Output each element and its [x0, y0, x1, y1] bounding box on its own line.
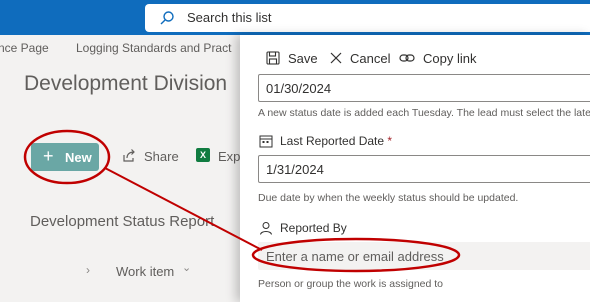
cancel-button[interactable]: Cancel	[350, 51, 390, 66]
nav-link-logging-standards[interactable]: Logging Standards and Pract	[76, 41, 231, 55]
nav-link-page[interactable]: nce Page	[0, 41, 49, 55]
status-date-field[interactable]: 01/30/2024	[258, 74, 590, 102]
new-button-label: New	[65, 150, 92, 165]
required-marker: *	[387, 134, 393, 148]
status-date-value: 01/30/2024	[266, 81, 332, 96]
calendar-icon	[259, 135, 273, 148]
last-reported-date-field[interactable]: 1/31/2024	[258, 155, 590, 183]
copy-link-button[interactable]: Copy link	[423, 51, 476, 66]
save-button[interactable]: Save	[288, 51, 318, 66]
reported-by-placeholder: Enter a name or email address	[266, 249, 444, 264]
last-reported-date-help: Due date by when the weekly status shoul…	[258, 192, 519, 204]
share-icon[interactable]	[121, 148, 137, 164]
person-icon	[260, 222, 272, 235]
last-reported-date-value: 1/31/2024	[266, 162, 324, 177]
page-title: Development Division	[24, 72, 228, 95]
search-box[interactable]: Search this list	[145, 4, 590, 32]
plus-icon: +	[43, 146, 54, 166]
export-button[interactable]: Exp	[218, 149, 240, 164]
excel-icon: X	[196, 148, 210, 162]
column-header-work-item[interactable]: Work item	[116, 264, 174, 279]
save-icon	[266, 51, 280, 65]
link-icon	[399, 54, 415, 62]
search-placeholder: Search this list	[187, 10, 272, 25]
reported-by-label: Reported By	[280, 221, 347, 235]
close-icon	[330, 52, 342, 64]
reported-by-help: Person or group the work is assigned to	[258, 278, 444, 290]
new-button[interactable]: + New	[31, 143, 99, 171]
chevron-right-icon[interactable]: ›	[86, 263, 90, 277]
status-date-help: A new status date is added each Tuesday.…	[258, 107, 590, 119]
share-button[interactable]: Share	[144, 149, 179, 164]
last-reported-date-label: Last Reported Date *	[280, 134, 393, 148]
view-title: Development Status Report	[30, 213, 215, 230]
search-icon	[160, 11, 174, 25]
chevron-down-icon[interactable]: ⌄	[182, 261, 191, 274]
reported-by-people-picker[interactable]: Enter a name or email address	[258, 242, 590, 270]
